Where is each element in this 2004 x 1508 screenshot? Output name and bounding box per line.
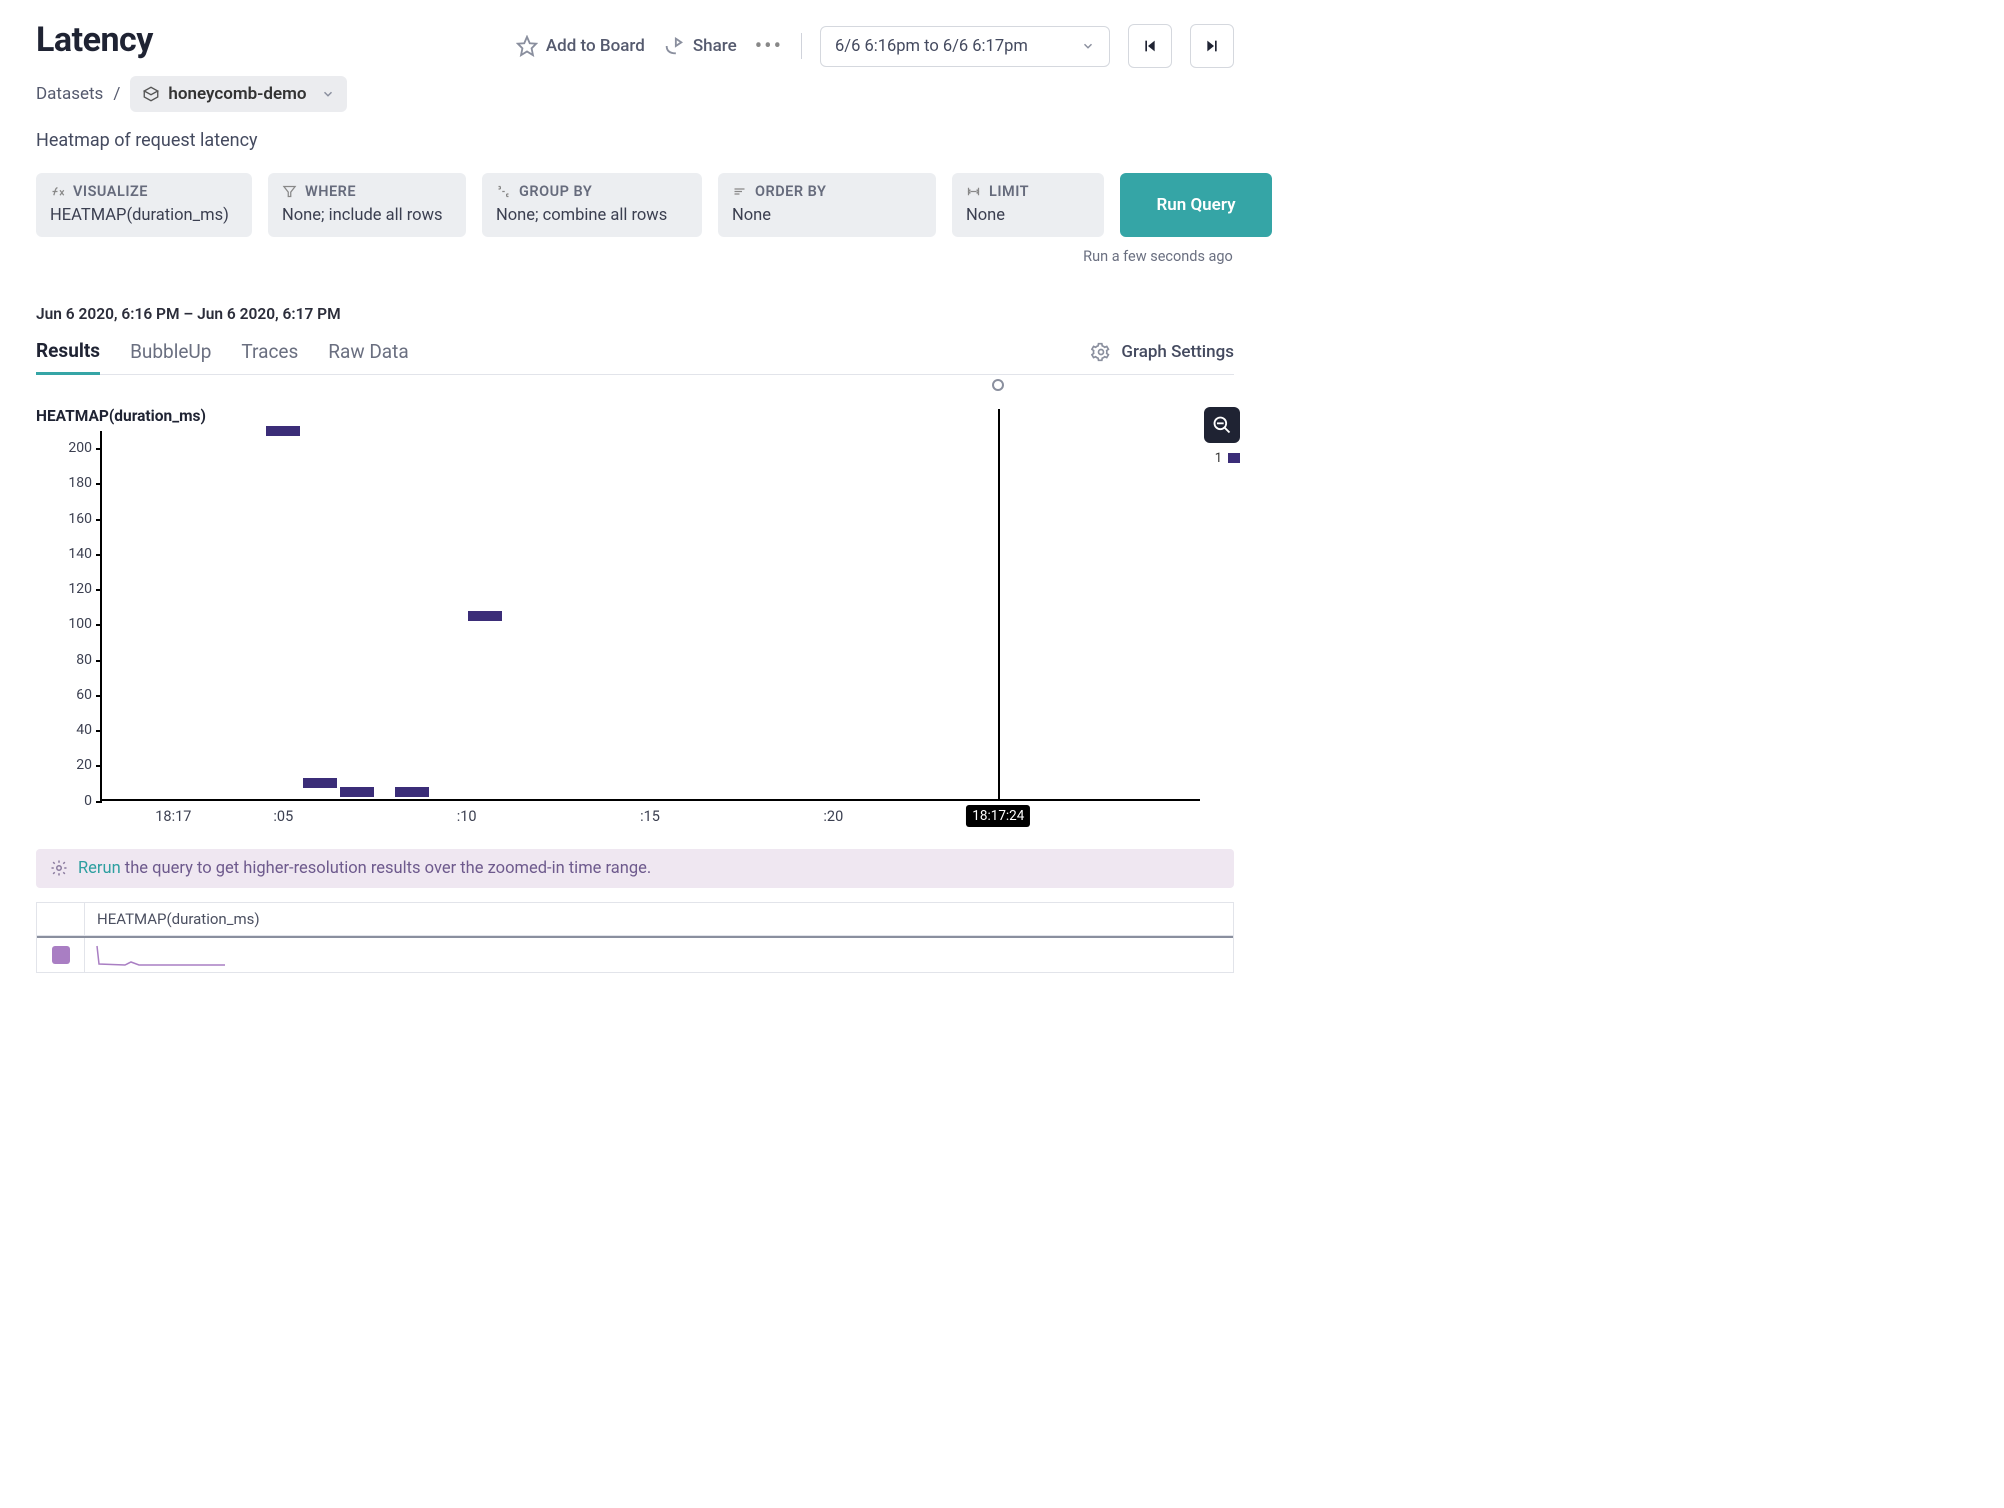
y-tick: 100 xyxy=(60,616,92,632)
cursor-handle-icon xyxy=(992,379,1004,391)
query-description: Heatmap of request latency xyxy=(36,130,1234,151)
share-label: Share xyxy=(693,36,737,56)
fx-icon xyxy=(50,184,65,199)
add-to-board-button[interactable]: Add to Board xyxy=(516,35,645,57)
x-tick: :15 xyxy=(640,808,660,825)
breadcrumb-root[interactable]: Datasets xyxy=(36,84,103,104)
y-tick: 0 xyxy=(60,793,92,809)
time-next-button[interactable] xyxy=(1190,24,1234,68)
mini-header-blank xyxy=(37,903,85,935)
visualize-value: HEATMAP(duration_ms) xyxy=(50,206,238,225)
heatmap-cell xyxy=(395,787,429,797)
page-title: Latency xyxy=(36,20,153,60)
y-tick: 80 xyxy=(60,652,92,668)
where-clause[interactable]: WHERE None; include all rows xyxy=(268,173,466,237)
rerun-link[interactable]: Rerun xyxy=(78,859,121,878)
orderby-value: None xyxy=(732,206,922,225)
tab-results[interactable]: Results xyxy=(36,331,100,375)
limit-label: LIMIT xyxy=(989,183,1029,200)
gear-icon xyxy=(50,859,68,877)
share-button[interactable]: Share xyxy=(663,35,737,57)
chevron-down-icon xyxy=(1081,39,1095,53)
breadcrumb: Datasets / honeycomb-demo xyxy=(36,76,1234,112)
dataset-picker[interactable]: honeycomb-demo xyxy=(130,76,346,112)
y-tick: 160 xyxy=(60,511,92,527)
where-label: WHERE xyxy=(305,183,356,200)
x-axis xyxy=(100,799,1200,801)
chart-cursor[interactable] xyxy=(998,409,1000,801)
results-mini-table: HEATMAP(duration_ms) xyxy=(36,902,1234,973)
rerun-banner: Rerun the query to get higher-resolution… xyxy=(36,849,1234,888)
graph-settings-button[interactable]: Graph Settings xyxy=(1091,342,1234,362)
groupby-clause[interactable]: GROUP BY None; combine all rows xyxy=(482,173,702,237)
mini-row[interactable] xyxy=(37,936,1233,972)
orderby-clause[interactable]: ORDER BY None xyxy=(718,173,936,237)
database-icon xyxy=(142,85,160,103)
result-timerange: Jun 6 2020, 6:16 PM – Jun 6 2020, 6:17 P… xyxy=(36,305,1234,323)
breadcrumb-sep: / xyxy=(113,84,120,104)
heatmap-plot[interactable]: 02040608010012014016018020018:17:05:10:1… xyxy=(100,431,1234,801)
add-to-board-label: Add to Board xyxy=(546,36,645,56)
y-tick: 140 xyxy=(60,546,92,562)
run-query-button[interactable]: Run Query xyxy=(1120,173,1272,237)
y-tick: 120 xyxy=(60,581,92,597)
limit-icon xyxy=(966,184,981,199)
visualize-label: VISUALIZE xyxy=(73,183,148,200)
y-tick: 40 xyxy=(60,722,92,738)
groupby-label: GROUP BY xyxy=(519,183,592,200)
rerun-text: the query to get higher-resolution resul… xyxy=(121,859,652,878)
y-tick: 20 xyxy=(60,757,92,773)
share-icon xyxy=(663,35,685,57)
time-range-picker[interactable]: 6/6 6:16pm to 6/6 6:17pm xyxy=(820,26,1110,67)
orderby-label: ORDER BY xyxy=(755,183,826,200)
heatmap-cell xyxy=(340,787,374,797)
visualize-clause[interactable]: VISUALIZE HEATMAP(duration_ms) xyxy=(36,173,252,237)
cursor-label: 18:17:24 xyxy=(966,805,1030,827)
x-tick: :20 xyxy=(823,808,843,825)
tab-bubbleup[interactable]: BubbleUp xyxy=(130,332,211,373)
where-value: None; include all rows xyxy=(282,206,452,225)
heatmap-cell xyxy=(468,611,502,621)
chevron-down-icon xyxy=(321,87,335,101)
time-range-label: 6/6 6:16pm to 6/6 6:17pm xyxy=(835,37,1028,56)
graph-settings-label: Graph Settings xyxy=(1121,342,1234,362)
skip-back-icon xyxy=(1142,38,1158,54)
x-tick: 18:17 xyxy=(155,808,191,825)
heatmap-cell xyxy=(266,426,300,436)
y-tick: 180 xyxy=(60,475,92,491)
tab-traces[interactable]: Traces xyxy=(241,332,298,373)
mini-header-label: HEATMAP(duration_ms) xyxy=(85,904,272,934)
run-meta: Run a few seconds ago xyxy=(1082,247,1234,267)
limit-clause[interactable]: LIMIT None xyxy=(952,173,1104,237)
star-icon xyxy=(516,35,538,57)
sort-icon xyxy=(732,184,747,199)
x-tick: :10 xyxy=(457,808,477,825)
divider xyxy=(801,33,802,59)
time-prev-button[interactable] xyxy=(1128,24,1172,68)
y-tick: 60 xyxy=(60,687,92,703)
skip-forward-icon xyxy=(1204,38,1220,54)
group-icon xyxy=(496,184,511,199)
series-swatch xyxy=(52,946,70,964)
y-tick: 200 xyxy=(60,440,92,456)
x-tick: :05 xyxy=(273,808,293,825)
groupby-value: None; combine all rows xyxy=(496,206,688,225)
sparkline xyxy=(95,942,235,968)
heatmap-cell xyxy=(303,778,337,788)
y-axis xyxy=(100,431,102,801)
tab-rawdata[interactable]: Raw Data xyxy=(328,332,408,373)
gear-icon xyxy=(1091,342,1111,362)
chart-title: HEATMAP(duration_ms) xyxy=(36,407,1234,425)
more-menu-button[interactable]: ••• xyxy=(755,34,783,59)
limit-value: None xyxy=(966,206,1090,225)
filter-icon xyxy=(282,184,297,199)
dataset-name: honeycomb-demo xyxy=(168,84,306,104)
